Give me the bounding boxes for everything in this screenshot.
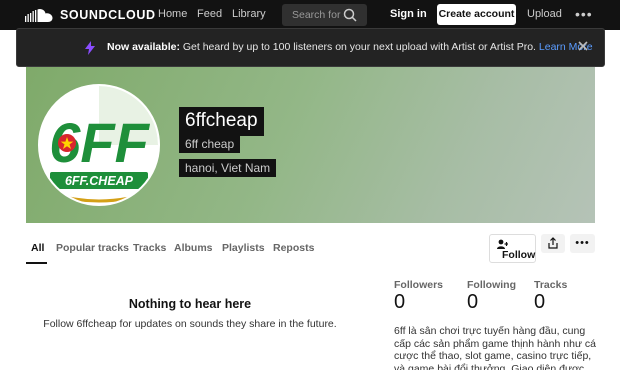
tracks-count[interactable]: 0 bbox=[534, 291, 545, 314]
active-tab-indicator bbox=[26, 262, 47, 264]
tab-reposts[interactable]: Reposts bbox=[273, 242, 314, 254]
cloud-logo-icon bbox=[25, 8, 53, 22]
nav-feed[interactable]: Feed bbox=[197, 8, 222, 20]
soundcloud-logo[interactable]: SOUNDCLOUD bbox=[24, 6, 156, 24]
profile-name: 6ffcheap bbox=[179, 107, 264, 136]
banner-strong: Now available: bbox=[107, 41, 180, 53]
more-options-icon[interactable]: ••• bbox=[575, 6, 593, 22]
upload-link[interactable]: Upload bbox=[527, 8, 562, 20]
tab-albums[interactable]: Albums bbox=[174, 242, 213, 254]
profile-header: 6FF 6FF.CHEAP 6ffcheap 6ff cheap hanoi, … bbox=[26, 67, 595, 223]
follow-button[interactable]: Follow bbox=[489, 234, 536, 263]
tab-playlists[interactable]: Playlists bbox=[222, 242, 265, 254]
tab-popular-tracks[interactable]: Popular tracks bbox=[56, 242, 129, 254]
followers-count[interactable]: 0 bbox=[394, 291, 405, 314]
more-options-button[interactable]: ••• bbox=[570, 234, 595, 253]
following-count[interactable]: 0 bbox=[467, 291, 478, 314]
brand-wordmark: SOUNDCLOUD bbox=[60, 8, 156, 22]
artist-pro-icon bbox=[85, 41, 95, 55]
search-input[interactable]: Search for a bbox=[282, 4, 367, 26]
avatar-domain: 6FF.CHEAP bbox=[65, 174, 134, 188]
nav-home[interactable]: Home bbox=[158, 8, 187, 20]
tracks-label[interactable]: Tracks bbox=[534, 279, 567, 291]
avatar-logo-icon: 6FF 6FF.CHEAP bbox=[40, 86, 158, 204]
close-icon[interactable] bbox=[576, 39, 590, 53]
sign-in-button[interactable]: Sign in bbox=[390, 8, 427, 20]
search-placeholder: Search for a bbox=[292, 9, 344, 21]
profile-bio: 6ff là sân chơi trực tuyến hàng đầu, cun… bbox=[394, 325, 596, 370]
promo-banner: Now available: Get heard by up to 100 li… bbox=[16, 28, 605, 67]
top-nav: SOUNDCLOUD Home Feed Library Search for … bbox=[0, 0, 620, 30]
followers-label[interactable]: Followers bbox=[394, 279, 443, 291]
empty-state-subtitle: Follow 6ffcheap for updates on sounds th… bbox=[43, 318, 337, 330]
tab-all[interactable]: All bbox=[31, 242, 44, 254]
avatar[interactable]: 6FF 6FF.CHEAP bbox=[38, 84, 160, 206]
profile-location: hanoi, Viet Nam bbox=[179, 159, 277, 177]
share-icon bbox=[548, 237, 558, 249]
banner-text: Now available: Get heard by up to 100 li… bbox=[107, 41, 593, 53]
following-label[interactable]: Following bbox=[467, 279, 516, 291]
banner-body: Get heard by up to 100 listeners on your… bbox=[179, 41, 539, 53]
tab-tracks[interactable]: Tracks bbox=[133, 242, 166, 254]
share-button[interactable] bbox=[541, 234, 565, 253]
profile-username: 6ff cheap bbox=[179, 135, 241, 153]
empty-state-title: Nothing to hear here bbox=[128, 297, 252, 311]
nav-library[interactable]: Library bbox=[232, 8, 266, 20]
create-account-button[interactable]: Create account bbox=[437, 4, 516, 25]
follow-label: Follow bbox=[502, 249, 536, 261]
search-icon[interactable] bbox=[343, 8, 357, 22]
